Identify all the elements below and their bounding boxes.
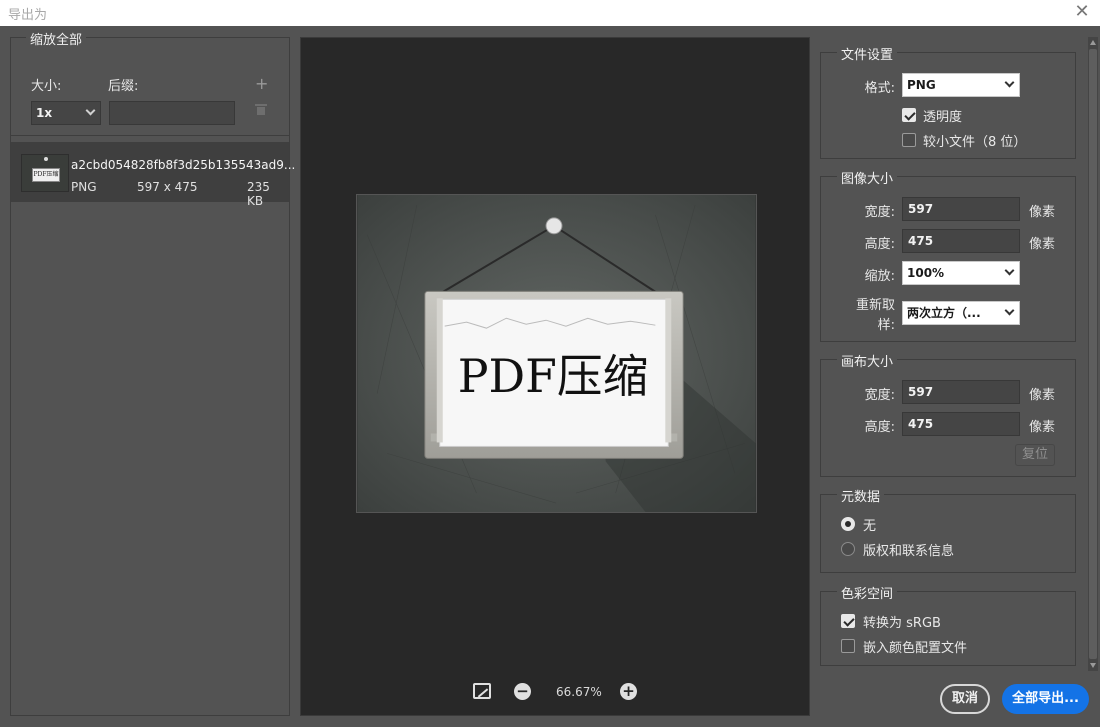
format-label: 格式:: [864, 81, 895, 96]
file-list-item[interactable]: PDF压缩 a2cbd054828fb8f3d25b135543ad9... P…: [11, 142, 295, 208]
image-width-unit: 像素: [1029, 205, 1056, 220]
metadata-copyright-label: 版权和联系信息: [863, 544, 955, 559]
image-width-label: 宽度:: [864, 205, 895, 220]
asset-panel: 缩放全部 大小: 后缀: + 1x PDF压缩 a2cbd054828fb8f3…: [10, 29, 295, 716]
canvas-height-unit: 像素: [1029, 420, 1056, 435]
canvas-size-section: 画布大小 宽度: 597 像素 高度: 475 像素 复位: [820, 351, 1076, 477]
reset-button[interactable]: 复位: [1015, 444, 1055, 466]
suffix-input[interactable]: [109, 101, 235, 125]
size-select-value: 1x: [36, 106, 53, 120]
chevron-down-icon: [85, 105, 96, 116]
transparency-checkbox[interactable]: [902, 108, 916, 122]
resample-label-line1: 重新取: [855, 298, 895, 313]
chevron-down-icon: [1004, 77, 1015, 88]
file-format: PNG: [71, 180, 97, 194]
window-title: 导出为: [8, 8, 48, 23]
scroll-up-icon[interactable]: [1090, 40, 1096, 45]
thumb-pin: [44, 157, 48, 161]
file-settings-title: 文件设置: [837, 44, 898, 63]
srgb-label: 转换为 sRGB: [863, 616, 941, 631]
zoom-toolbar: − 66.67% +: [301, 681, 809, 703]
canvas-height-input[interactable]: 475: [902, 412, 1020, 436]
canvas-width-label: 宽度:: [864, 388, 895, 403]
scale-select[interactable]: 100%: [902, 261, 1020, 285]
chevron-down-icon: [1004, 305, 1015, 316]
preview-image: PDF压缩: [356, 194, 757, 513]
zoom-out-button[interactable]: −: [514, 683, 531, 700]
embed-profile-label: 嵌入颜色配置文件: [863, 641, 968, 656]
close-icon[interactable]: ✕: [1072, 2, 1092, 22]
scale-select-value: 100%: [907, 266, 945, 280]
embed-profile-checkbox[interactable]: [841, 639, 855, 653]
settings-scrollbar[interactable]: [1088, 37, 1098, 671]
image-height-unit: 像素: [1029, 237, 1056, 252]
image-height-input[interactable]: 475: [902, 229, 1020, 253]
resample-select-value: 两次立方（...: [907, 306, 981, 320]
metadata-title: 元数据: [837, 486, 885, 505]
color-space-section: 色彩空间 转换为 sRGB 嵌入颜色配置文件: [820, 583, 1076, 666]
image-size-section: 图像大小 宽度: 597 像素 高度: 475 像素 缩放: 100% 重新取 …: [820, 168, 1076, 342]
srgb-checkbox[interactable]: [841, 614, 855, 628]
smaller-file-checkbox[interactable]: [902, 133, 916, 147]
chevron-down-icon: [1004, 265, 1015, 276]
scale-all-title: 缩放全部: [26, 29, 87, 48]
color-space-title: 色彩空间: [837, 583, 898, 602]
size-select[interactable]: 1x: [31, 101, 101, 125]
file-size: 235 KB: [247, 180, 270, 208]
title-bar: 导出为 ✕: [0, 0, 1100, 26]
format-select-value: PNG: [907, 78, 936, 92]
file-thumbnail: PDF压缩: [21, 154, 69, 192]
preview-image-text: PDF压缩: [458, 350, 649, 403]
file-settings-section: 文件设置 格式: PNG 透明度 较小文件（8 位）: [820, 44, 1076, 159]
suffix-label: 后缀:: [108, 79, 139, 94]
scroll-down-icon[interactable]: [1090, 663, 1096, 668]
transparency-label: 透明度: [923, 110, 963, 125]
scale-all-section: 缩放全部 大小: 后缀: + 1x: [11, 29, 289, 136]
export-all-button[interactable]: 全部导出...: [1002, 684, 1089, 714]
smaller-file-label: 较小文件（8 位）: [923, 135, 1027, 150]
canvas-width-input[interactable]: 597: [902, 380, 1020, 404]
image-size-title: 图像大小: [837, 168, 898, 187]
cancel-button[interactable]: 取消: [940, 684, 990, 714]
canvas-size-title: 画布大小: [837, 351, 898, 370]
image-height-label: 高度:: [864, 237, 895, 252]
resample-select[interactable]: 两次立方（...: [902, 301, 1020, 325]
metadata-none-radio[interactable]: [841, 517, 855, 531]
file-name: a2cbd054828fb8f3d25b135543ad9...: [71, 158, 296, 172]
trash-icon[interactable]: [255, 104, 267, 115]
file-dimensions: 597 x 475: [137, 180, 198, 194]
canvas-height-label: 高度:: [864, 420, 895, 435]
fit-screen-icon[interactable]: [473, 683, 491, 699]
metadata-none-label: 无: [863, 519, 877, 534]
resample-label-line2: 样:: [877, 318, 895, 333]
metadata-section: 元数据 无 版权和联系信息: [820, 486, 1076, 573]
scroll-thumb[interactable]: [1089, 49, 1097, 659]
metadata-copyright-radio[interactable]: [841, 542, 855, 556]
zoom-in-button[interactable]: +: [620, 683, 637, 700]
size-label: 大小:: [31, 79, 62, 94]
zoom-level: 66.67%: [556, 685, 602, 699]
canvas-width-unit: 像素: [1029, 388, 1056, 403]
image-width-input[interactable]: 597: [902, 197, 1020, 221]
add-scale-icon[interactable]: +: [255, 74, 268, 93]
thumb-card: PDF压缩: [32, 168, 60, 182]
format-select[interactable]: PNG: [902, 73, 1020, 97]
scale-label: 缩放:: [864, 269, 895, 284]
preview-pane: PDF压缩 − 66.67% +: [300, 37, 810, 716]
